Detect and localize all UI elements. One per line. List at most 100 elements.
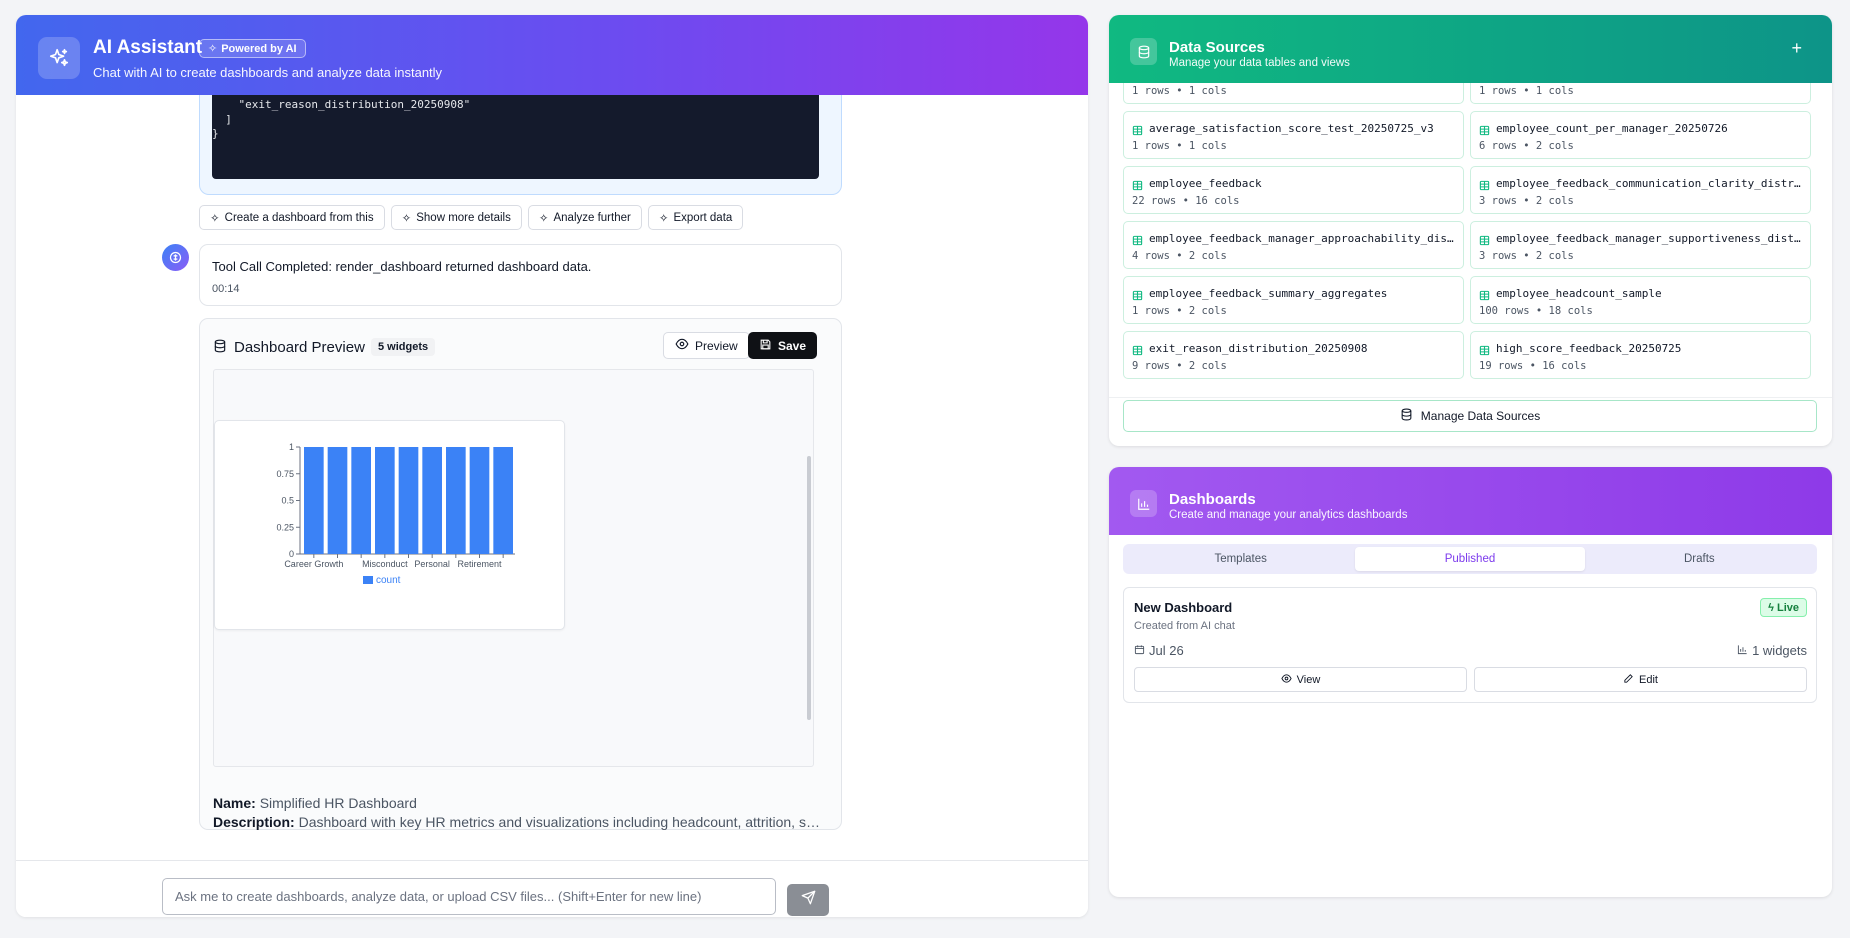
data-source-name: employee_headcount_sample	[1496, 287, 1662, 300]
y-tick-label: 1	[289, 442, 294, 452]
chart-widget[interactable]: 0 0.25 0.5 0.75 1 Career Growth Misconduct Pers…	[214, 420, 565, 630]
dashboard-name-line: Name: Simplified HR Dashboard	[213, 794, 823, 813]
legend-label: count	[376, 575, 401, 586]
chat-panel: AI Assistant ✧ Powered by AI Chat with A…	[16, 15, 1088, 917]
send-icon	[801, 890, 816, 910]
bar	[327, 447, 348, 554]
data-sources-title: Data Sources	[1169, 39, 1265, 56]
data-source-info: 1 rows • 2 cols	[1132, 305, 1227, 317]
tab-published[interactable]: Published	[1355, 547, 1585, 571]
show-details-button[interactable]: ✧ Show more details	[390, 205, 522, 230]
data-source-item[interactable]: employee_feedback_summary_aggregates 1 ro…	[1123, 276, 1464, 324]
data-source-name: employee_feedback	[1149, 177, 1262, 190]
analyze-further-button[interactable]: ✧ Analyze further	[527, 205, 642, 230]
data-source-info: 9 rows • 2 cols	[1132, 360, 1227, 372]
action-label: Create a dashboard from this	[224, 211, 374, 224]
save-label: Save	[778, 338, 807, 353]
table-icon	[1479, 178, 1490, 196]
dashboard-card[interactable]: New Dashboard Created from AI chat ϟ Liv…	[1123, 587, 1817, 703]
export-data-button[interactable]: ✧ Export data	[647, 205, 744, 230]
action-label: Analyze further	[553, 211, 631, 224]
data-source-item[interactable]: employee_feedback_manager_approachabilit…	[1123, 221, 1464, 269]
chat-title: AI Assistant	[93, 37, 203, 58]
chat-input[interactable]	[162, 878, 776, 915]
assistant-avatar	[162, 244, 189, 271]
data-source-info: 3 rows • 2 cols	[1479, 250, 1574, 262]
y-tick-label: 0.25	[276, 522, 294, 532]
data-source-item[interactable]: 1 rows • 1 cols	[1123, 83, 1464, 104]
plus-icon[interactable]: +	[1791, 38, 1802, 59]
table-icon	[1132, 233, 1143, 251]
data-source-item[interactable]: employee_feedback 22 rows • 16 cols	[1123, 166, 1464, 214]
preview-button[interactable]: Preview	[663, 332, 750, 359]
create-dashboard-button[interactable]: ✧ Create a dashboard from this	[199, 205, 385, 230]
bar-chart: 0 0.25 0.5 0.75 1 Career Growth Misconduct Pers…	[276, 442, 515, 586]
edit-label: Edit	[1639, 673, 1658, 686]
dashboard-tabs: Templates Published Drafts	[1123, 544, 1817, 574]
data-source-item[interactable]: employee_count_per_manager_20250726 6 row…	[1470, 111, 1811, 159]
powered-badge-label: Powered by AI	[221, 42, 297, 55]
chat-input-bar	[16, 860, 1088, 917]
edit-button[interactable]: Edit	[1474, 667, 1807, 692]
manage-data-sources-button[interactable]: Manage Data Sources	[1123, 400, 1817, 432]
data-source-info: 1 rows • 1 cols	[1132, 140, 1227, 152]
dashboard-name: Simplified HR Dashboard	[259, 795, 417, 811]
date-label: Jul 26	[1149, 643, 1184, 658]
dashboard-description: Dashboard with key HR metrics and visual…	[298, 814, 823, 830]
description-label: Description:	[213, 814, 295, 830]
chat-subtitle: Chat with AI to create dashboards and an…	[93, 65, 443, 80]
x-tick-label: Personal	[414, 559, 450, 569]
send-button[interactable]	[787, 884, 829, 916]
powered-badge: ✧ Powered by AI	[199, 39, 306, 58]
manage-label: Manage Data Sources	[1420, 409, 1541, 423]
widgets-label: 1 widgets	[1752, 643, 1807, 658]
data-sources-subtitle: Manage your data tables and views	[1169, 57, 1350, 69]
y-tick-label: 0.75	[276, 469, 294, 479]
data-source-item[interactable]: employee_headcount_sample 100 rows • 18 c…	[1470, 276, 1811, 324]
name-label: Name:	[213, 795, 256, 811]
database-icon	[1130, 38, 1157, 65]
code-line: }	[212, 127, 219, 140]
dashboard-canvas[interactable]: 0 0.25 0.5 0.75 1 Career Growth Misconduct Pers…	[213, 369, 814, 767]
divider	[1109, 397, 1832, 398]
data-source-name: high_score_feedback_20250725	[1496, 342, 1682, 355]
dashboard-description-line: Description: Dashboard with key HR metri…	[213, 813, 823, 832]
dashboards-header: Dashboards Create and manage your analyt…	[1109, 467, 1832, 535]
data-source-item[interactable]: exit_reason_distribution_20250908 9 rows …	[1123, 331, 1464, 379]
calendar-icon	[1134, 643, 1145, 658]
data-source-info: 1 rows • 1 cols	[1132, 85, 1227, 97]
edit-icon	[1623, 673, 1634, 687]
code-line: "exit_reason_distribution_20250908"	[212, 98, 471, 111]
tab-drafts[interactable]: Drafts	[1585, 547, 1814, 571]
bar	[469, 447, 490, 554]
save-button[interactable]: Save	[748, 332, 818, 359]
dashboard-preview-card: Dashboard Preview 5 widgets Preview Save…	[199, 318, 842, 830]
canvas-scrollbar[interactable]	[807, 456, 811, 720]
sparkles-icon: ✧	[210, 212, 220, 225]
data-source-info: 6 rows • 2 cols	[1479, 140, 1574, 152]
view-button[interactable]: View	[1134, 667, 1467, 692]
data-source-item[interactable]: employee_feedback_manager_supportiveness…	[1470, 221, 1811, 269]
data-source-item[interactable]: average_satisfaction_score_test_20250725…	[1123, 111, 1464, 159]
data-source-item[interactable]: high_score_feedback_20250725 19 rows • 16…	[1470, 331, 1811, 379]
data-source-item[interactable]: 1 rows • 1 cols	[1470, 83, 1811, 104]
table-icon	[1479, 288, 1490, 306]
database-icon	[1400, 408, 1413, 424]
bar	[351, 447, 371, 554]
dashboard-card-title: New Dashboard	[1134, 600, 1233, 615]
dashboard-date: Jul 26	[1134, 643, 1184, 658]
code-line: ]	[212, 112, 232, 126]
code-message: "exit_reason_distribution_20250908" ]}	[199, 95, 842, 195]
data-source-name: employee_feedback_manager_approachabilit…	[1149, 232, 1459, 245]
message-text: Tool Call Completed: render_dashboard re…	[212, 259, 592, 274]
data-source-item[interactable]: employee_feedback_communication_clarity_…	[1470, 166, 1811, 214]
chat-messages[interactable]: "exit_reason_distribution_20250908" ]} ✧…	[16, 95, 1088, 860]
code-block: "exit_reason_distribution_20250908" ]}	[212, 95, 819, 179]
data-source-name: exit_reason_distribution_20250908	[1149, 342, 1368, 355]
data-source-list[interactable]: 1 rows • 1 cols 1 rows • 1 cols average_sa…	[1123, 83, 1820, 397]
x-tick-label: Career Growth	[284, 559, 343, 569]
data-source-info: 100 rows • 18 cols	[1479, 305, 1593, 317]
tab-templates[interactable]: Templates	[1126, 547, 1355, 571]
message-time: 00:14	[212, 283, 240, 295]
x-tick-label: Misconduct	[362, 559, 408, 569]
